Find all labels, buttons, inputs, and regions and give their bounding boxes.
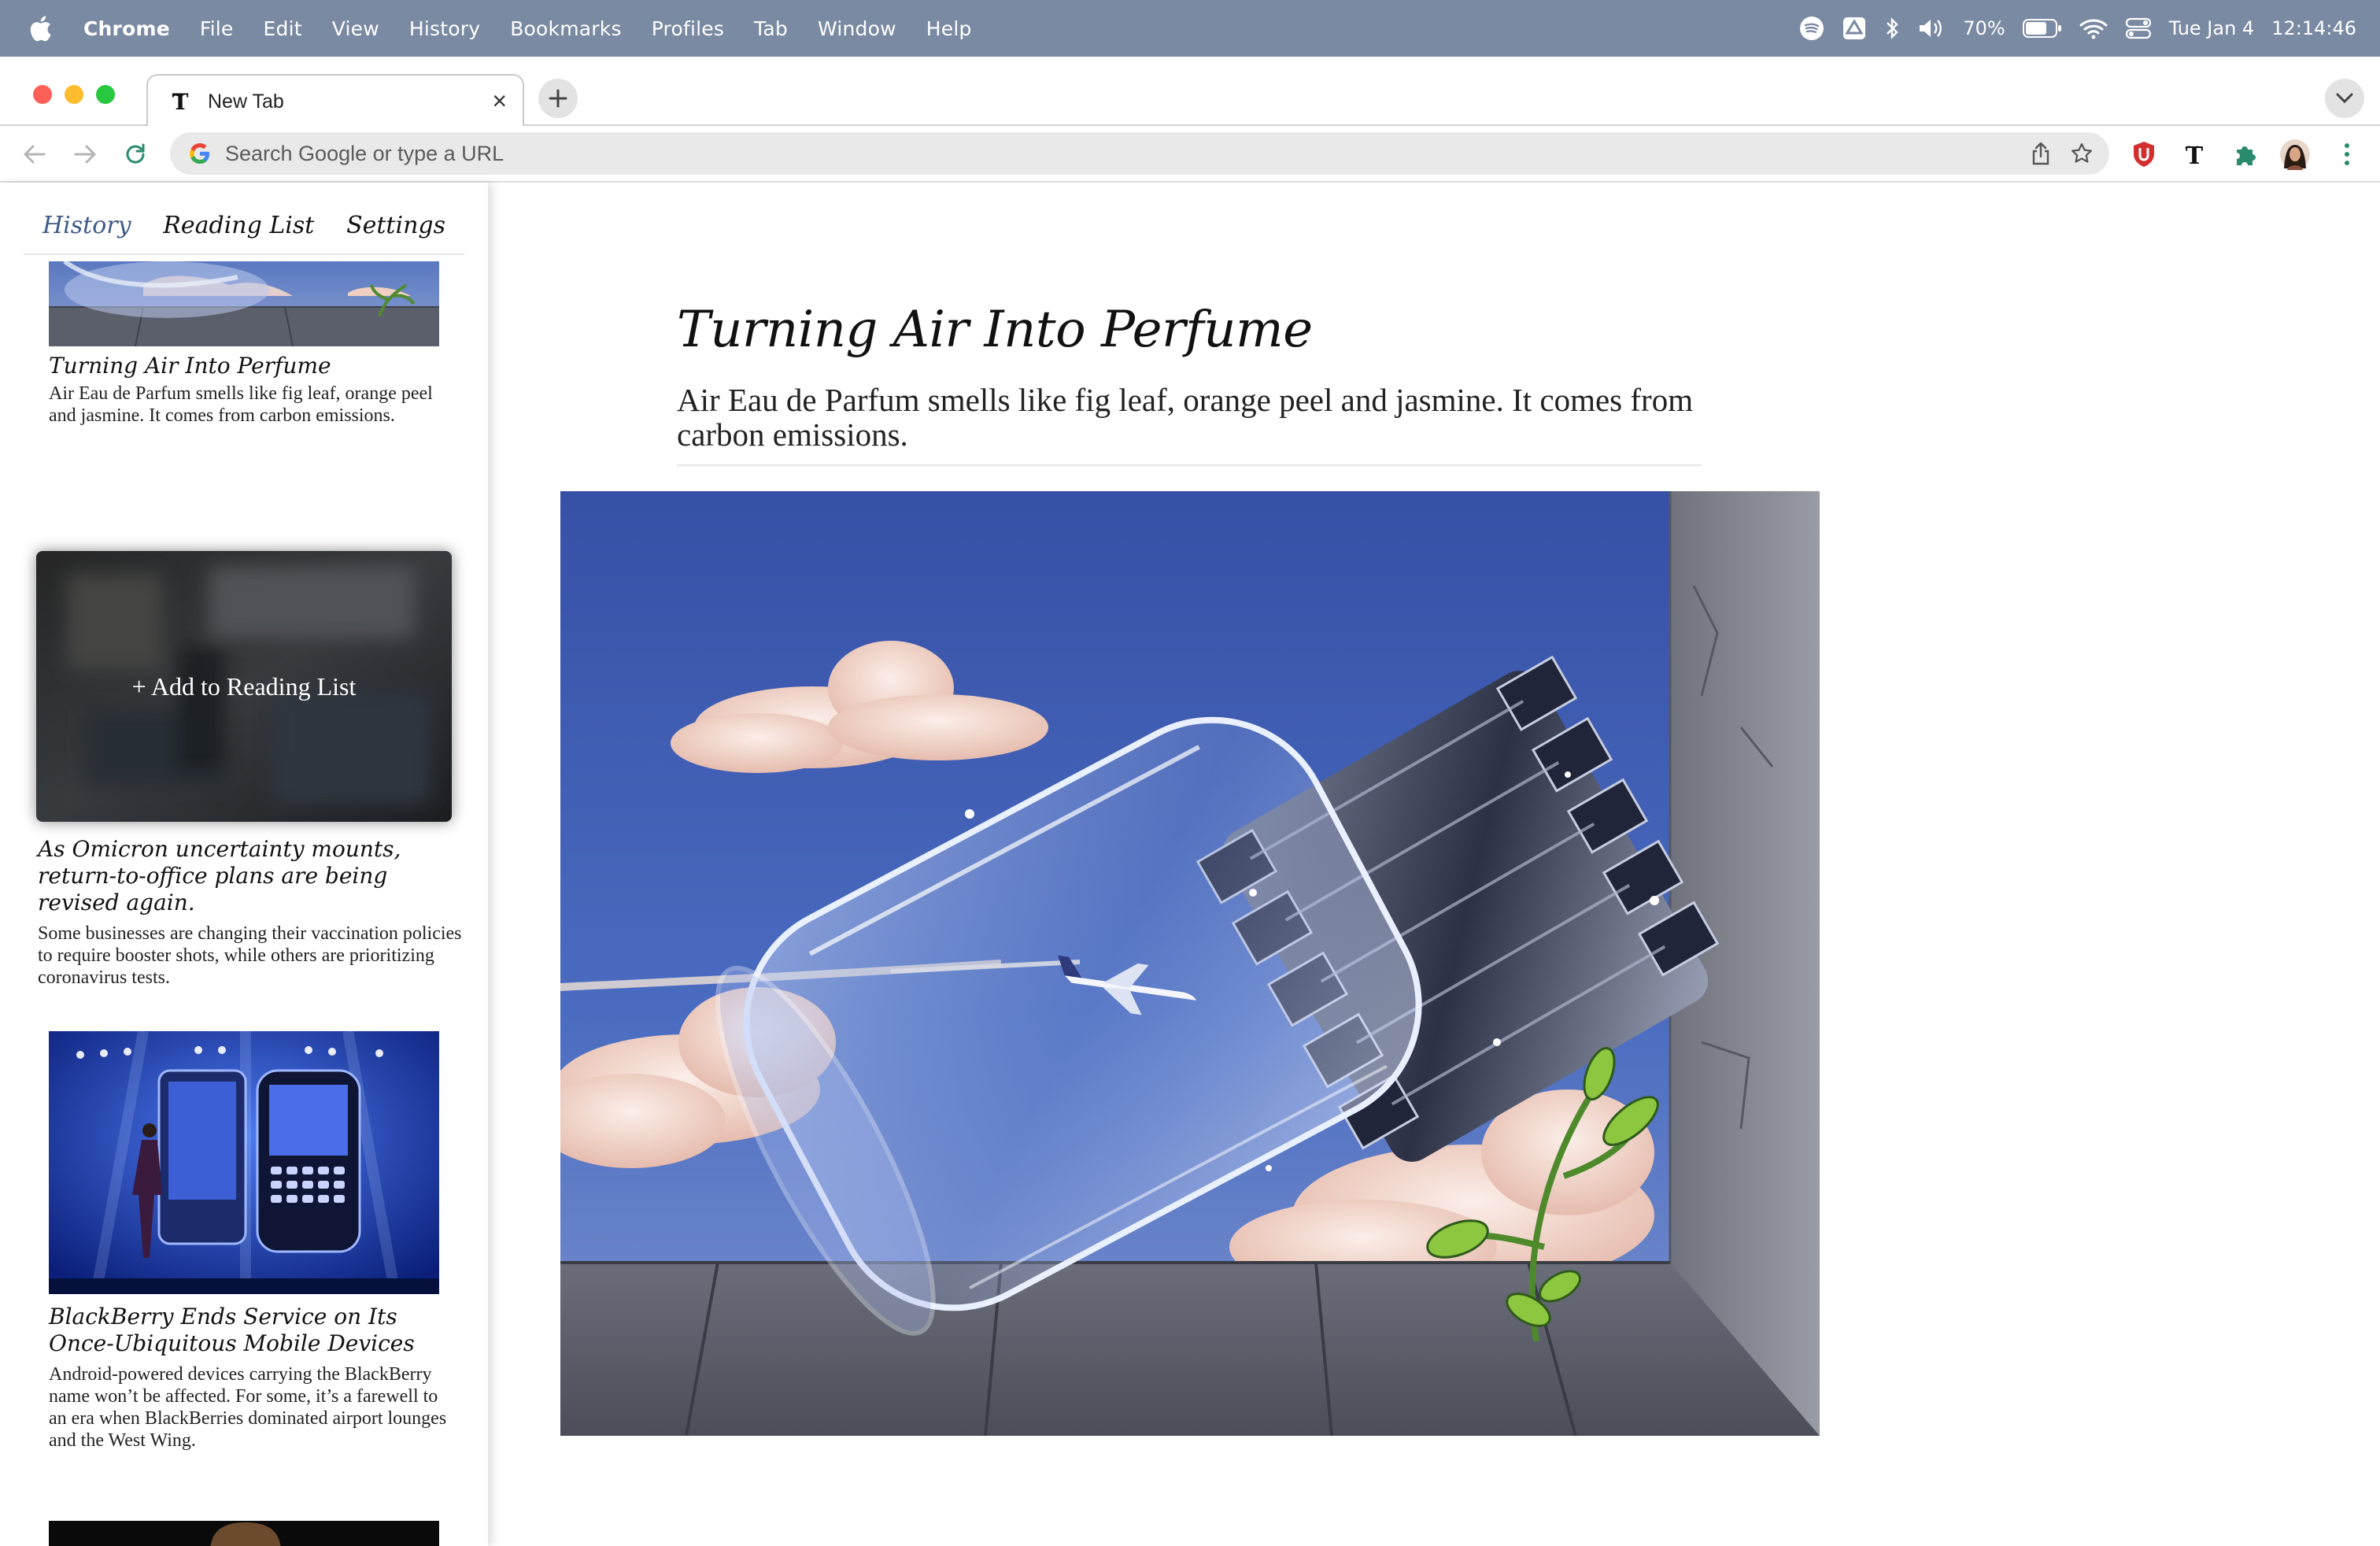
tab-settings[interactable]: Settings: [346, 212, 445, 239]
control-center-icon[interactable]: [2125, 17, 2152, 40]
menu-history[interactable]: History: [409, 17, 480, 40]
tab-reading-list[interactable]: Reading List: [163, 212, 314, 239]
card-thumbnail-omicron[interactable]: + Add to Reading List: [36, 551, 452, 822]
card-desc-blackberry: Android-powered devices carrying the Bla…: [49, 1364, 447, 1451]
card-thumbnail-perfume[interactable]: [49, 261, 439, 346]
star-icon[interactable]: [2070, 142, 2094, 165]
menu-bookmarks[interactable]: Bookmarks: [510, 17, 621, 40]
back-button[interactable]: [19, 139, 50, 170]
article-divider: [677, 464, 1702, 466]
sidebar-tabs: History Reading List Settings: [24, 197, 464, 255]
menubar-date[interactable]: Tue Jan 4: [2169, 17, 2255, 39]
apple-icon[interactable]: [28, 15, 52, 42]
card-title-perfume[interactable]: Turning Air Into Perfume: [49, 353, 458, 379]
page-content: History Reading List Settings Turning Ai…: [0, 183, 2380, 1546]
reload-icon: [126, 143, 145, 164]
share-icon[interactable]: [2029, 142, 2053, 165]
close-window-button[interactable]: [33, 85, 52, 104]
nyt-logo-icon: T: [168, 90, 192, 113]
ublock-extension-icon[interactable]: [2128, 139, 2160, 170]
plus-icon: [549, 89, 567, 108]
sidebar: History Reading List Settings Turning Ai…: [0, 183, 488, 1546]
omnibox-input[interactable]: [225, 141, 1957, 166]
card-desc-perfume: Air Eau de Parfum smells like fig leaf, …: [49, 383, 433, 426]
zoom-window-button[interactable]: [96, 85, 115, 104]
tab-title: New Tab: [208, 90, 284, 113]
tab-new-tab[interactable]: T New Tab ×: [146, 74, 524, 128]
battery-percent: 70%: [1963, 17, 2005, 39]
close-tab-icon[interactable]: ×: [492, 87, 507, 115]
google-icon: [190, 143, 209, 164]
arrow-left-icon: [24, 145, 46, 164]
card-thumbnail-blackberry[interactable]: [49, 1031, 439, 1294]
tab-history[interactable]: History: [42, 212, 131, 239]
reload-button[interactable]: [120, 139, 151, 170]
card-desc-omicron: Some businesses are changing their vacci…: [38, 923, 462, 988]
new-tab-button[interactable]: [538, 79, 578, 118]
chrome-menu-button[interactable]: [2331, 139, 2363, 170]
menu-edit[interactable]: Edit: [264, 17, 302, 40]
minimize-window-button[interactable]: [65, 85, 83, 104]
wifi-icon[interactable]: [2079, 17, 2108, 39]
volume-icon[interactable]: [1917, 17, 1946, 40]
menu-help[interactable]: Help: [926, 17, 972, 40]
battery-icon[interactable]: [2022, 18, 2062, 39]
arrow-right-icon: [74, 145, 96, 164]
tab-search-button[interactable]: [2325, 79, 2364, 118]
browser-toolbar: T: [0, 126, 2380, 183]
menubar-time[interactable]: 12:14:46: [2271, 17, 2356, 39]
menu-app-name[interactable]: Chrome: [83, 17, 170, 40]
menu-view[interactable]: View: [332, 17, 379, 40]
card-title-blackberry[interactable]: BlackBerry Ends Service on Its Once-Ubiq…: [49, 1304, 458, 1357]
more-vertical-icon: [2345, 143, 2349, 165]
card-thumbnail-partial[interactable]: [49, 1521, 439, 1546]
menu-tab[interactable]: Tab: [754, 17, 788, 40]
browser-window: T New Tab × Search Google or type a URL …: [0, 58, 2380, 1546]
spotify-icon[interactable]: [1799, 16, 1824, 41]
tab-strip: T New Tab ×: [0, 58, 2380, 128]
status-area: 70% Tue Jan 4 12:14:46: [1799, 0, 2356, 57]
bluetooth-icon[interactable]: [1884, 16, 1900, 41]
svg-text:T: T: [172, 90, 189, 113]
chevron-down-icon: [2336, 93, 2353, 104]
menu-window[interactable]: Window: [818, 17, 896, 40]
forward-button[interactable]: [69, 139, 101, 170]
macos-menu-bar: Chrome File Edit View History Bookmarks …: [0, 0, 2380, 57]
menu-profiles[interactable]: Profiles: [652, 17, 724, 40]
article-subtitle: Air Eau de Parfum smells like fig leaf, …: [677, 382, 1694, 453]
article-title: Turning Air Into Perfume: [677, 301, 1313, 359]
add-to-reading-list-button[interactable]: + Add to Reading List: [36, 551, 452, 822]
drive-icon[interactable]: [1842, 16, 1867, 41]
card-title-omicron[interactable]: As Omicron uncertainty mounts, return-to…: [38, 836, 463, 916]
omnibox[interactable]: [170, 132, 2109, 175]
puzzle-extension-icon[interactable]: [2229, 139, 2260, 170]
nyt-extension-icon[interactable]: T: [2179, 139, 2210, 170]
menu-file[interactable]: File: [200, 17, 234, 40]
profile-avatar[interactable]: [2279, 139, 2311, 170]
article-hero-image: [560, 491, 1820, 1436]
